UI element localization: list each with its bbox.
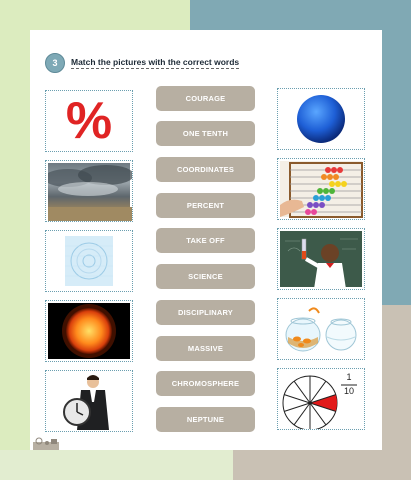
- fish-bowls-icon: [285, 307, 357, 352]
- word-coordinates[interactable]: COORDINATES: [156, 157, 255, 182]
- word-science[interactable]: SCIENCE: [156, 264, 255, 289]
- fraction-denominator: 10: [343, 386, 354, 396]
- exercise-instruction: Match the pictures with the correct word…: [71, 57, 240, 69]
- percent-icon: %: [65, 92, 113, 150]
- word-courage[interactable]: COURAGE: [156, 86, 255, 111]
- picture-fishbowls[interactable]: [277, 298, 365, 360]
- word-massive[interactable]: MASSIVE: [156, 336, 255, 361]
- picture-sun[interactable]: [45, 300, 133, 362]
- exercise-heading: 3 Match the pictures with the correct wo…: [45, 53, 240, 73]
- corner-decoration-icon: [33, 437, 59, 450]
- picture-fraction[interactable]: 1 10: [277, 368, 365, 430]
- sun-icon: [62, 304, 116, 358]
- planet-neptune-icon: [297, 95, 345, 143]
- picture-man-clock[interactable]: [45, 370, 133, 432]
- exercise-number-badge: 3: [45, 53, 65, 73]
- picture-percent[interactable]: %: [45, 90, 133, 152]
- word-percent[interactable]: PERCENT: [156, 193, 255, 218]
- background-bottom: [0, 450, 233, 480]
- word-one-tenth[interactable]: ONE TENTH: [156, 121, 255, 146]
- picture-storm[interactable]: [45, 160, 133, 222]
- word-neptune[interactable]: NEPTUNE: [156, 407, 255, 432]
- man-with-clock-icon: [63, 375, 109, 430]
- picture-neptune[interactable]: [277, 88, 365, 150]
- picture-science-boy[interactable]: [277, 228, 365, 290]
- picture-abacus[interactable]: [277, 158, 365, 220]
- word-take-off[interactable]: TAKE OFF: [156, 228, 255, 253]
- word-disciplinary[interactable]: DISCIPLINARY: [156, 300, 255, 325]
- word-chromosphere[interactable]: CHROMOSPHERE: [156, 371, 255, 396]
- picture-blue-pattern[interactable]: [45, 230, 133, 292]
- blue-pattern-icon: [65, 236, 113, 286]
- boy-science-experiment-icon: [285, 238, 358, 289]
- storm-clouds-icon: [46, 163, 132, 221]
- fraction-numerator: 1: [346, 372, 352, 382]
- abacus-icon: [280, 162, 363, 218]
